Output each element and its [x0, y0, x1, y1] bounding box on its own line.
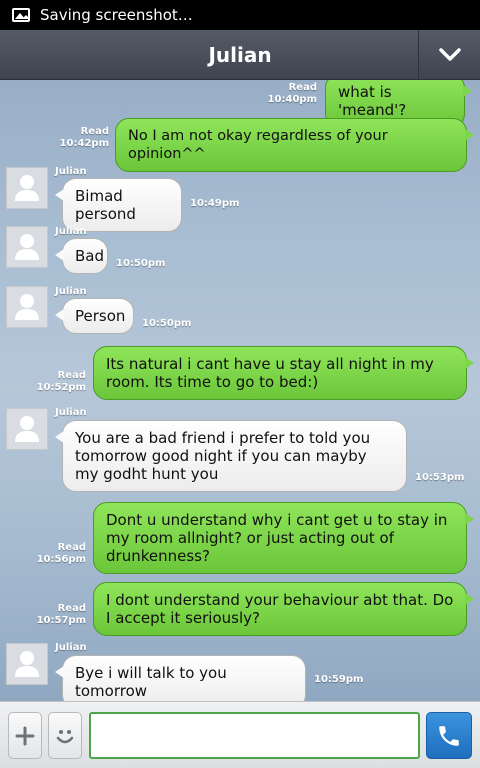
- message-text: Bye i will talk to you tomorrow: [75, 664, 227, 700]
- message-time: 10:40pm: [267, 94, 317, 105]
- message-time: 10:49pm: [190, 198, 240, 209]
- avatar[interactable]: [6, 226, 48, 268]
- message-text: Bad: [75, 247, 105, 265]
- message-time: 10:50pm: [142, 318, 192, 329]
- chat-header: Julian: [0, 30, 480, 80]
- message-meta: Read 10:56pm: [37, 542, 86, 566]
- message-text: Bimad persond: [75, 187, 136, 223]
- message-meta: Read 10:42pm: [60, 126, 109, 150]
- sender-name: Julian: [55, 166, 87, 177]
- received-message[interactable]: Bimad persond: [55, 178, 182, 232]
- message-meta: Read 10:40pm: [268, 82, 317, 106]
- message-text: Person: [75, 307, 126, 325]
- status-bar: Saving screenshot…: [0, 0, 480, 30]
- person-icon: [15, 175, 39, 201]
- sent-message[interactable]: Its natural i cant have u stay all night…: [93, 346, 474, 400]
- read-receipt: Read: [57, 603, 86, 614]
- phone-icon: [439, 725, 459, 746]
- received-message[interactable]: Person: [55, 298, 134, 334]
- chat-title: Julian: [208, 42, 272, 67]
- message-text: You are a bad friend i prefer to told yo…: [75, 429, 371, 483]
- message-time: 10:53pm: [415, 472, 465, 483]
- message-time: 10:52pm: [36, 382, 86, 393]
- sent-message[interactable]: Dont u understand why i cant get u to st…: [93, 502, 474, 574]
- header-menu-toggle[interactable]: [418, 30, 480, 80]
- message-list[interactable]: Read 10:40pm what is 'meand'? Read 10:42…: [0, 80, 480, 701]
- chevron-down-icon: [438, 48, 461, 61]
- avatar[interactable]: [6, 408, 48, 450]
- read-receipt: Read: [80, 126, 109, 137]
- sender-name: Julian: [55, 642, 87, 653]
- sender-name: Julian: [55, 286, 87, 297]
- message-text: what is 'meand'?: [338, 83, 407, 119]
- sender-name: Julian: [55, 226, 87, 237]
- read-receipt: Read: [57, 370, 86, 381]
- emoji-button[interactable]: [48, 712, 82, 759]
- person-icon: [15, 294, 39, 320]
- input-bar: [0, 701, 480, 768]
- avatar[interactable]: [6, 643, 48, 685]
- message-input[interactable]: [89, 712, 420, 759]
- call-button[interactable]: [426, 712, 472, 759]
- person-icon: [15, 234, 39, 260]
- attach-button[interactable]: [8, 712, 42, 759]
- read-receipt: Read: [288, 82, 317, 93]
- message-time: 10:57pm: [36, 615, 86, 626]
- message-time: 10:56pm: [36, 554, 86, 565]
- sent-message[interactable]: No I am not okay regardless of your opin…: [115, 118, 474, 172]
- received-message[interactable]: You are a bad friend i prefer to told yo…: [55, 420, 407, 492]
- message-text: I dont understand your behaviour abt tha…: [106, 591, 454, 627]
- message-time: 10:59pm: [314, 674, 364, 685]
- message-text: No I am not okay regardless of your opin…: [128, 128, 388, 162]
- plus-icon: [15, 726, 35, 745]
- message-text: Its natural i cant have u stay all night…: [106, 355, 434, 391]
- emoji-icon: [56, 729, 74, 743]
- sent-message[interactable]: I dont understand your behaviour abt tha…: [93, 582, 474, 636]
- person-icon: [15, 416, 39, 442]
- person-icon: [15, 651, 39, 677]
- image-icon: [12, 8, 30, 22]
- received-message[interactable]: Bye i will talk to you tomorrow: [55, 655, 306, 701]
- status-text: Saving screenshot…: [40, 6, 193, 24]
- message-meta: Read 10:52pm: [37, 370, 86, 394]
- avatar[interactable]: [6, 167, 48, 209]
- avatar[interactable]: [6, 286, 48, 328]
- sender-name: Julian: [55, 407, 87, 418]
- message-text: Dont u understand why i cant get u to st…: [106, 511, 448, 565]
- received-message[interactable]: Bad: [55, 238, 108, 274]
- message-meta: Read 10:57pm: [37, 603, 86, 627]
- message-time: 10:50pm: [116, 258, 166, 269]
- message-time: 10:42pm: [59, 138, 109, 149]
- read-receipt: Read: [57, 542, 86, 553]
